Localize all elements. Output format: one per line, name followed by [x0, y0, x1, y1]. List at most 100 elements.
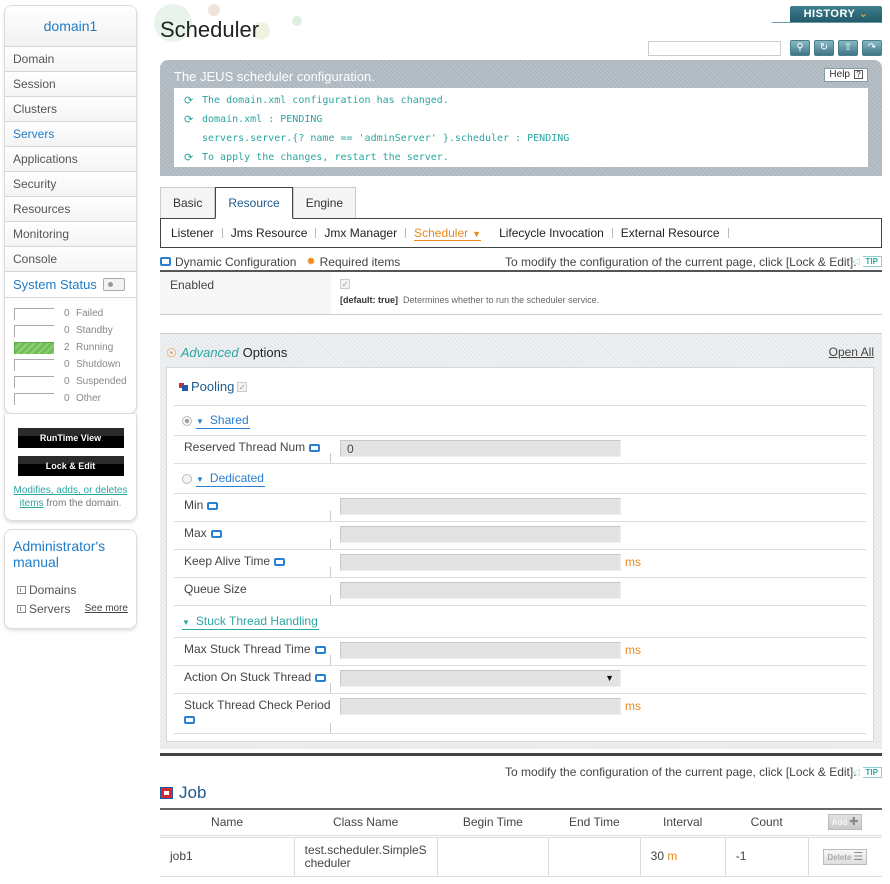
field-row-action-on-stuck-thread: Action On Stuck Thread ▼	[174, 666, 866, 694]
action-on-stuck-thread-select[interactable]: ▼	[340, 670, 621, 687]
help-button[interactable]: Help?	[824, 68, 868, 82]
dedicated-toggle[interactable]: ▼ Dedicated	[196, 471, 265, 487]
lock-edit-note-text: from the domain.	[43, 498, 122, 509]
field-row-queue-size: Queue Size	[174, 578, 866, 606]
xml-export-button[interactable]: ⇧	[838, 40, 858, 56]
queue-size-input[interactable]	[340, 582, 621, 599]
add-job-button[interactable]: Add ✚	[827, 814, 863, 831]
runtime-view-button[interactable]: RunTime View	[17, 428, 124, 448]
add-column: Add ✚	[808, 808, 882, 838]
lock-edit-button[interactable]: Lock & Edit	[17, 456, 124, 476]
max-stuck-thread-time-input[interactable]	[340, 642, 621, 659]
triangle-down-icon: ▼	[182, 617, 190, 627]
manual-link-servers[interactable]: Servers See more	[13, 599, 128, 618]
manual-link-domains[interactable]: Domains	[13, 580, 128, 599]
status-label: Other	[76, 393, 102, 404]
max-input[interactable]	[340, 526, 621, 543]
info-message-text: servers.server.{? name == 'adminServer' …	[202, 133, 570, 144]
history-underline	[772, 22, 882, 23]
sidebar-item-monitoring[interactable]: Monitoring	[5, 222, 136, 247]
field-label: Queue Size	[174, 578, 331, 605]
tip-badge: TIP	[852, 766, 882, 778]
history-button[interactable]: HISTORY ⌄	[790, 6, 882, 23]
search-input[interactable]	[648, 40, 781, 56]
unit-label: ms	[625, 643, 641, 657]
dedicated-group: ▼ Dedicated	[174, 464, 866, 494]
unit-label: ms	[625, 699, 641, 713]
tab-resource[interactable]: Resource	[215, 187, 293, 219]
table-row[interactable]: job1 test.scheduler.SimpleS cheduler 30 …	[160, 836, 882, 877]
shared-radio[interactable]	[182, 415, 192, 426]
status-row-suspended: 0 Suspended	[14, 373, 136, 390]
keep-alive-time-input[interactable]	[340, 554, 621, 571]
job-section-title: Job	[160, 783, 206, 803]
advanced-title: Options	[242, 345, 288, 360]
pooling-label: Pooling	[191, 379, 235, 394]
config-export-button[interactable]: ↷	[862, 40, 882, 56]
chevron-down-icon: ⌄	[858, 8, 869, 20]
manual-link-label[interactable]: Domains	[29, 583, 76, 597]
column-header-name: Name	[160, 808, 295, 838]
stuck-thread-check-period-input[interactable]	[340, 698, 621, 715]
dynamic-config-icon	[184, 715, 195, 724]
tab-bar: Basic Resource Engine	[160, 187, 357, 219]
book-icon	[17, 604, 26, 613]
field-label-text: Keep Alive Time	[184, 554, 271, 568]
job-name[interactable]: job1	[160, 836, 295, 877]
subnav-scheduler[interactable]: Scheduler ▼	[414, 226, 482, 241]
dynamic-config-icon	[274, 557, 286, 566]
reserved-thread-num-input[interactable]: 0	[340, 440, 621, 457]
domain-name[interactable]: domain1	[5, 6, 136, 47]
manual-link-label[interactable]: Servers	[29, 602, 70, 616]
see-more-link[interactable]: See more	[85, 603, 128, 614]
job-table: Name Class Name Begin Time End Time Inte…	[160, 808, 882, 877]
pooling-row: Pooling ✓	[174, 368, 866, 406]
delete-job-button[interactable]: Delete ☰	[823, 848, 868, 865]
sidebar-item-console[interactable]: Console	[5, 247, 136, 272]
dynamic-config-icon	[314, 645, 326, 654]
dynamic-config-icon	[207, 501, 219, 510]
subnav-external-resource[interactable]: External Resource	[621, 226, 720, 240]
field-value: ms	[331, 550, 641, 577]
unit-label: ms	[625, 555, 641, 569]
dedicated-radio[interactable]	[182, 473, 192, 484]
field-label-text: Queue Size	[184, 582, 247, 596]
enabled-checkbox[interactable]: ✓	[340, 279, 350, 289]
sidebar-item-security[interactable]: Security	[5, 172, 136, 197]
info-message-text: To apply the changes, restart the server…	[202, 152, 449, 163]
stuck-thread-label: Stuck Thread Handling	[195, 613, 318, 628]
status-label: Running	[76, 342, 114, 353]
dropdown-arrow-icon: ▼	[605, 673, 614, 683]
job-tip-row: To modify the configuration of the curre…	[160, 765, 882, 779]
field-label: Stuck Thread Check Period	[174, 694, 331, 733]
stuck-thread-toggle[interactable]: ▼ Stuck Thread Handling	[182, 614, 319, 630]
tab-engine[interactable]: Engine	[292, 187, 357, 218]
shared-group: ▼ Shared	[174, 406, 866, 436]
tab-basic[interactable]: Basic	[160, 187, 216, 218]
min-input[interactable]	[340, 498, 621, 515]
search-button[interactable]: ⚲	[790, 40, 810, 56]
status-row-other: 0 Other	[14, 390, 136, 407]
monitor-toggle-icon[interactable]	[102, 278, 125, 291]
shared-toggle[interactable]: ▼ Shared	[196, 413, 250, 429]
refresh-button[interactable]: ↻	[814, 40, 834, 56]
sidebar-item-servers[interactable]: Servers	[5, 122, 136, 147]
advanced-options-header: ☉ Advanced Options	[166, 345, 287, 360]
divider	[315, 228, 317, 238]
sidebar-item-domain[interactable]: Domain	[5, 47, 136, 72]
field-value	[331, 522, 621, 549]
sidebar-item-session[interactable]: Session	[5, 72, 136, 97]
sidebar-item-resources[interactable]: Resources	[5, 197, 136, 222]
sidebar-item-applications[interactable]: Applications	[5, 147, 136, 172]
subnav-lifecycle-invocation[interactable]: Lifecycle Invocation	[499, 226, 604, 240]
subnav-jmx-manager[interactable]: Jmx Manager	[324, 226, 397, 240]
status-bar	[14, 324, 54, 337]
subnav-jms-resource[interactable]: Jms Resource	[231, 226, 308, 240]
pooling-checkbox[interactable]: ✓	[237, 381, 248, 392]
sidebar-item-clusters[interactable]: Clusters	[5, 97, 136, 122]
subnav-listener[interactable]: Listener	[171, 226, 214, 240]
resource-subnav: Listener Jms Resource Jmx Manager Schedu…	[160, 218, 882, 248]
page-title: Scheduler	[160, 17, 260, 42]
field-value	[331, 494, 621, 521]
open-all-link[interactable]: Open All	[829, 345, 874, 359]
